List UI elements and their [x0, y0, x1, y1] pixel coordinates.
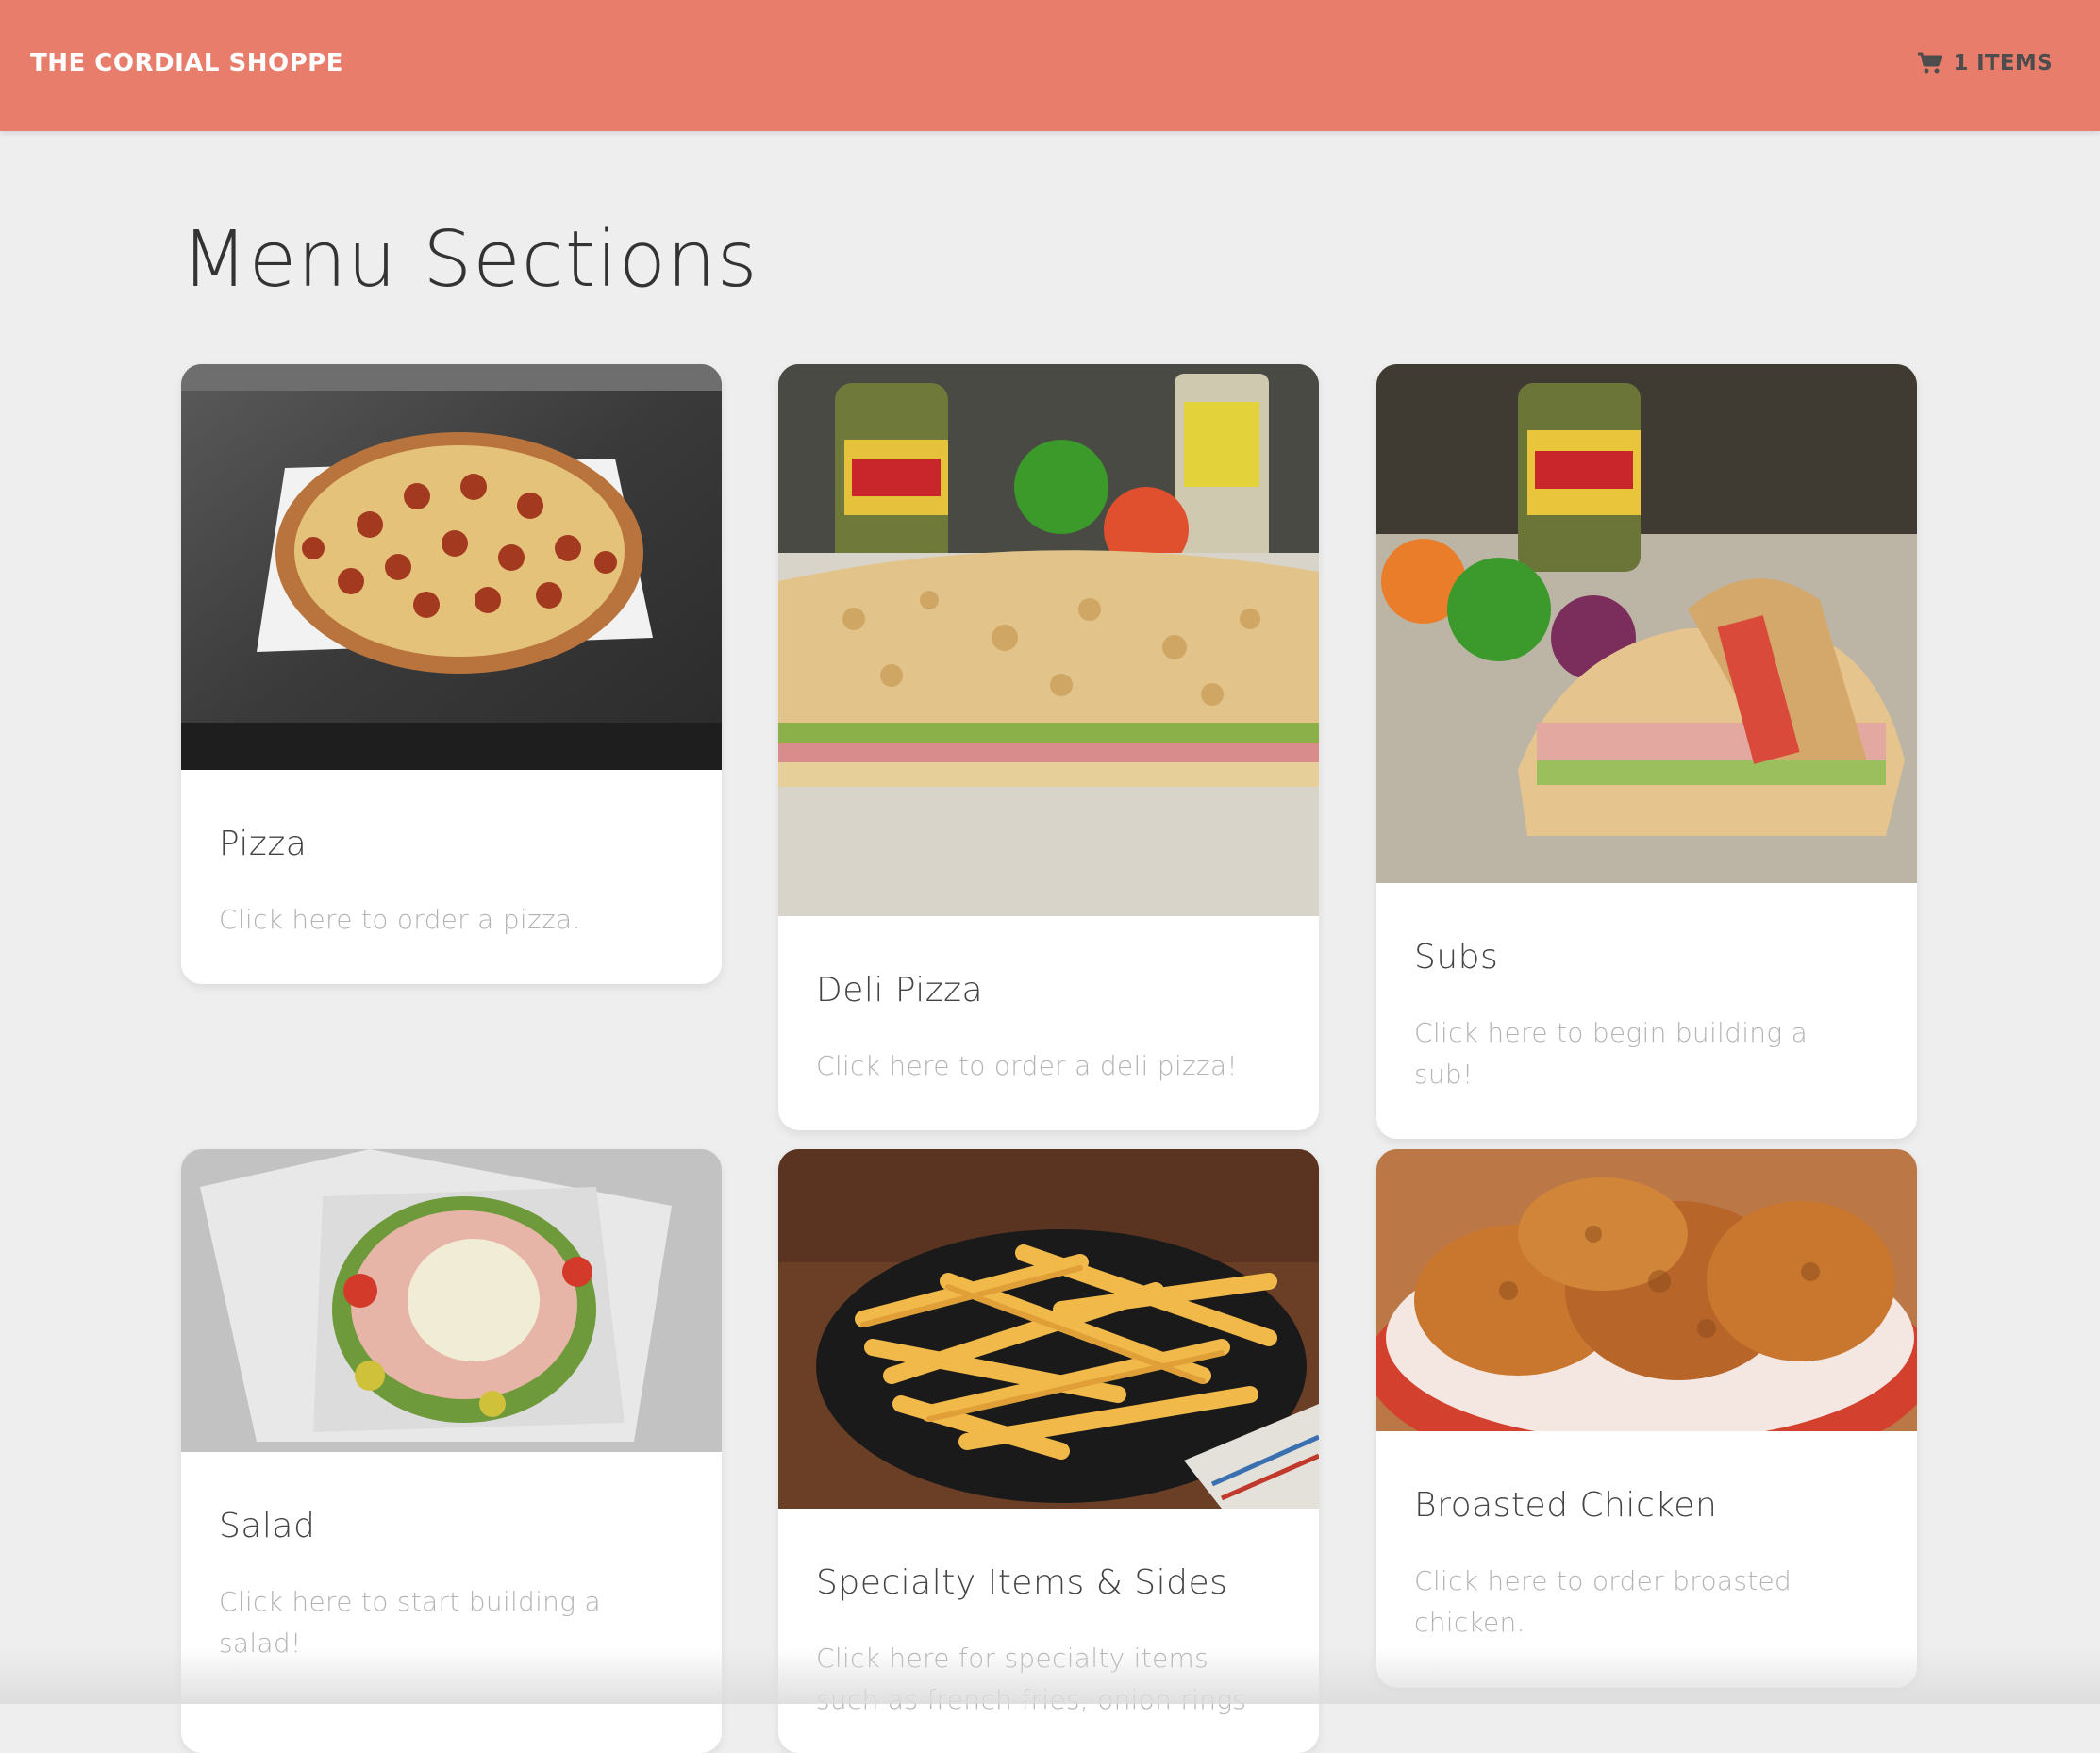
menu-card-deli-pizza[interactable]: Deli Pizza Click here to order a deli pi… [778, 364, 1319, 1130]
salad-image [181, 1149, 722, 1452]
page-title: Menu Sections [181, 215, 758, 305]
card-title: Broasted Chicken [1414, 1486, 1718, 1525]
card-title: Deli Pizza [816, 971, 984, 1010]
pizza-image [181, 364, 722, 770]
card-title: Salad [219, 1507, 316, 1545]
menu-card-broasted-chicken[interactable]: Broasted Chicken Click here to order bro… [1376, 1149, 1917, 1688]
menu-card-subs[interactable]: Subs Click here to begin building a sub! [1376, 364, 1917, 1139]
top-navbar: THE CORDIAL SHOPPE 1 ITEMS [0, 0, 2100, 131]
card-description: Click here to order broasted chicken. [1414, 1565, 1792, 1638]
cart-button[interactable]: 1 ITEMS [1917, 51, 2053, 75]
subs-image [1376, 364, 1917, 883]
card-description: Click here for specialty items such as f… [816, 1643, 1247, 1715]
brand-link[interactable]: THE CORDIAL SHOPPE [30, 49, 343, 77]
menu-card-salad[interactable]: Salad Click here to start building a sal… [181, 1149, 722, 1753]
broasted-chicken-image [1376, 1149, 1917, 1431]
card-title: Subs [1414, 938, 1499, 977]
card-description: Click here to start building a salad! [219, 1586, 601, 1659]
card-description: Click here to order a deli pizza! [816, 1050, 1238, 1081]
card-title: Pizza [219, 825, 308, 863]
cart-count-label: 1 ITEMS [1953, 51, 2053, 75]
card-description: Click here to order a pizza. [219, 904, 581, 935]
shopping-cart-icon [1918, 52, 1942, 74]
card-description: Click here to begin building a sub! [1414, 1017, 1808, 1090]
french-fries-image [778, 1149, 1319, 1509]
deli-pizza-image [778, 364, 1319, 916]
card-title: Specialty Items & Sides [816, 1563, 1228, 1602]
menu-card-specialty-items[interactable]: Specialty Items & Sides Click here for s… [778, 1149, 1319, 1753]
menu-card-pizza[interactable]: Pizza Click here to order a pizza. [181, 364, 722, 984]
